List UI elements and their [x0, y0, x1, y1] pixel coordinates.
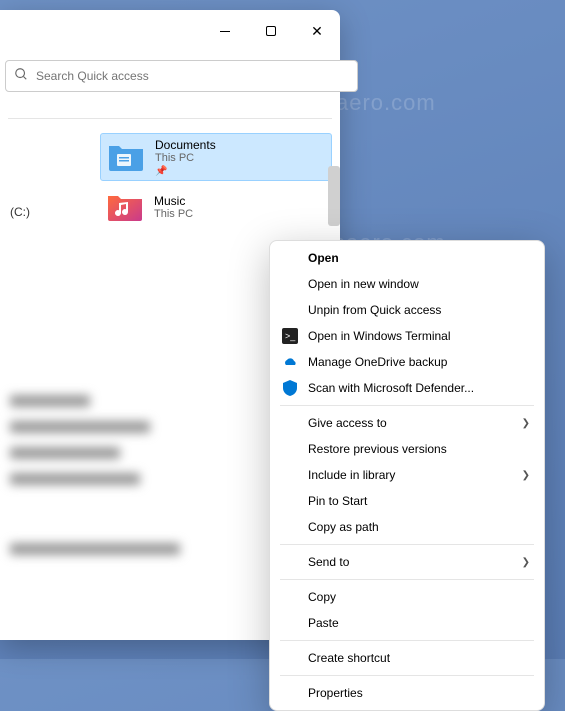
close-icon: ✕: [311, 24, 323, 38]
menu-copy[interactable]: Copy: [270, 584, 544, 610]
close-button[interactable]: ✕: [294, 10, 340, 52]
divider: [8, 118, 332, 119]
scrollbar-thumb[interactable]: [328, 166, 340, 226]
chevron-right-icon: ❯: [522, 470, 530, 481]
menu-create-shortcut[interactable]: Create shortcut: [270, 645, 544, 671]
menu-separator: [280, 640, 534, 641]
menu-terminal[interactable]: >_ Open in Windows Terminal: [270, 323, 544, 349]
menu-separator: [280, 544, 534, 545]
menu-properties[interactable]: Properties: [270, 680, 544, 706]
terminal-icon: >_: [282, 328, 298, 344]
folder-location: This PC: [154, 208, 193, 220]
folder-name: Music: [154, 194, 193, 208]
chevron-right-icon: ❯: [522, 418, 530, 429]
menu-defender[interactable]: Scan with Microsoft Defender...: [270, 375, 544, 401]
folder-name: Documents: [155, 138, 216, 152]
folder-item-documents[interactable]: Documents This PC 📌: [100, 133, 332, 181]
menu-send-to[interactable]: Send to❯: [270, 549, 544, 575]
menu-include-library[interactable]: Include in library❯: [270, 462, 544, 488]
menu-open[interactable]: Open: [270, 245, 544, 271]
menu-separator: [280, 405, 534, 406]
svg-text:>_: >_: [285, 331, 296, 341]
menu-onedrive[interactable]: Manage OneDrive backup: [270, 349, 544, 375]
drive-label: (C:): [10, 205, 30, 219]
folder-location: This PC: [155, 152, 216, 164]
search-icon: [14, 67, 28, 86]
menu-open-new-window[interactable]: Open in new window: [270, 271, 544, 297]
menu-separator: [280, 675, 534, 676]
music-folder-icon: [106, 191, 144, 223]
minimize-button[interactable]: [202, 10, 248, 52]
defender-icon: [282, 380, 298, 396]
documents-folder-icon: [107, 141, 145, 173]
onedrive-icon: [282, 354, 298, 370]
chevron-right-icon: ❯: [522, 557, 530, 568]
menu-unpin[interactable]: Unpin from Quick access: [270, 297, 544, 323]
menu-copy-path[interactable]: Copy as path: [270, 514, 544, 540]
titlebar: ✕: [0, 10, 340, 52]
search-input[interactable]: [36, 69, 349, 83]
folder-item-music[interactable]: Music This PC: [100, 183, 332, 231]
context-menu: Open Open in new window Unpin from Quick…: [269, 240, 545, 711]
pin-icon: 📌: [155, 166, 216, 177]
maximize-button[interactable]: [248, 10, 294, 52]
folder-list: Documents This PC 📌 (C:) Music This PC: [0, 133, 340, 231]
menu-restore-versions[interactable]: Restore previous versions: [270, 436, 544, 462]
menu-pin-start[interactable]: Pin to Start: [270, 488, 544, 514]
menu-separator: [280, 579, 534, 580]
menu-give-access[interactable]: Give access to❯: [270, 410, 544, 436]
search-box[interactable]: [5, 60, 358, 92]
menu-paste[interactable]: Paste: [270, 610, 544, 636]
